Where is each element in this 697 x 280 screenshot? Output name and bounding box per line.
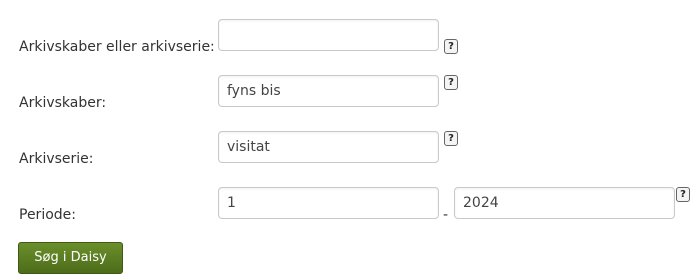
period-help-icon[interactable]: ? [676,187,690,202]
period-to-input[interactable] [454,187,675,219]
period-label: Periode: [19,207,76,223]
creator-input[interactable] [218,75,439,107]
period-from-input[interactable] [218,187,439,219]
creator-help-icon[interactable]: ? [444,75,458,90]
archive-any-input[interactable] [218,19,439,51]
search-daisy-button[interactable]: Søg i Daisy [18,242,123,274]
archive-any-help-icon[interactable]: ? [444,39,458,54]
series-help-icon[interactable]: ? [444,131,458,146]
period-separator: - [443,207,449,223]
series-input[interactable] [218,131,439,163]
creator-label: Arkivskaber: [19,95,107,111]
archive-any-label: Arkivskaber eller arkivserie: [19,39,215,55]
series-label: Arkivserie: [19,151,94,167]
